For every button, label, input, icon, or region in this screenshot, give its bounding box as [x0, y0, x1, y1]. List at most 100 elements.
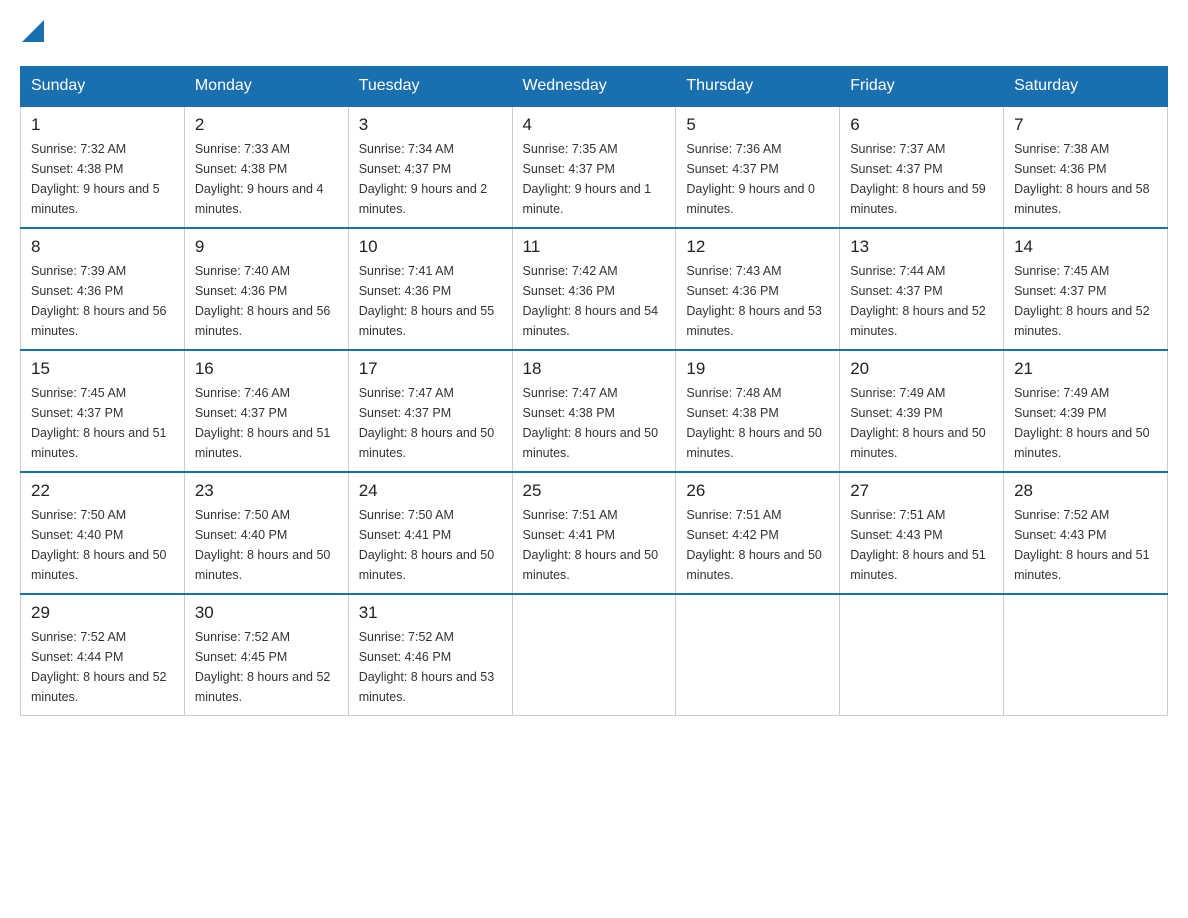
calendar-cell: 29 Sunrise: 7:52 AM Sunset: 4:44 PM Dayl… — [21, 594, 185, 716]
day-number: 25 — [523, 481, 666, 501]
calendar-cell: 15 Sunrise: 7:45 AM Sunset: 4:37 PM Dayl… — [21, 350, 185, 472]
day-number: 19 — [686, 359, 829, 379]
calendar-cell: 5 Sunrise: 7:36 AM Sunset: 4:37 PM Dayli… — [676, 106, 840, 228]
day-number: 7 — [1014, 115, 1157, 135]
calendar-week-row: 22 Sunrise: 7:50 AM Sunset: 4:40 PM Dayl… — [21, 472, 1168, 594]
day-number: 10 — [359, 237, 502, 257]
day-info: Sunrise: 7:52 AM Sunset: 4:44 PM Dayligh… — [31, 627, 174, 707]
day-info: Sunrise: 7:47 AM Sunset: 4:37 PM Dayligh… — [359, 383, 502, 463]
day-info: Sunrise: 7:40 AM Sunset: 4:36 PM Dayligh… — [195, 261, 338, 341]
calendar-cell: 4 Sunrise: 7:35 AM Sunset: 4:37 PM Dayli… — [512, 106, 676, 228]
calendar-cell: 30 Sunrise: 7:52 AM Sunset: 4:45 PM Dayl… — [184, 594, 348, 716]
day-info: Sunrise: 7:33 AM Sunset: 4:38 PM Dayligh… — [195, 139, 338, 219]
day-number: 27 — [850, 481, 993, 501]
day-info: Sunrise: 7:50 AM Sunset: 4:40 PM Dayligh… — [31, 505, 174, 585]
day-info: Sunrise: 7:48 AM Sunset: 4:38 PM Dayligh… — [686, 383, 829, 463]
day-info: Sunrise: 7:52 AM Sunset: 4:43 PM Dayligh… — [1014, 505, 1157, 585]
day-info: Sunrise: 7:45 AM Sunset: 4:37 PM Dayligh… — [1014, 261, 1157, 341]
day-info: Sunrise: 7:43 AM Sunset: 4:36 PM Dayligh… — [686, 261, 829, 341]
calendar-week-row: 15 Sunrise: 7:45 AM Sunset: 4:37 PM Dayl… — [21, 350, 1168, 472]
day-number: 17 — [359, 359, 502, 379]
day-number: 23 — [195, 481, 338, 501]
calendar-cell: 1 Sunrise: 7:32 AM Sunset: 4:38 PM Dayli… — [21, 106, 185, 228]
calendar-cell: 20 Sunrise: 7:49 AM Sunset: 4:39 PM Dayl… — [840, 350, 1004, 472]
day-info: Sunrise: 7:35 AM Sunset: 4:37 PM Dayligh… — [523, 139, 666, 219]
day-info: Sunrise: 7:46 AM Sunset: 4:37 PM Dayligh… — [195, 383, 338, 463]
day-number: 11 — [523, 237, 666, 257]
day-number: 13 — [850, 237, 993, 257]
calendar-cell: 23 Sunrise: 7:50 AM Sunset: 4:40 PM Dayl… — [184, 472, 348, 594]
day-info: Sunrise: 7:52 AM Sunset: 4:45 PM Dayligh… — [195, 627, 338, 707]
calendar-week-row: 29 Sunrise: 7:52 AM Sunset: 4:44 PM Dayl… — [21, 594, 1168, 716]
day-number: 30 — [195, 603, 338, 623]
calendar-cell: 7 Sunrise: 7:38 AM Sunset: 4:36 PM Dayli… — [1004, 106, 1168, 228]
calendar-cell: 25 Sunrise: 7:51 AM Sunset: 4:41 PM Dayl… — [512, 472, 676, 594]
day-number: 29 — [31, 603, 174, 623]
day-info: Sunrise: 7:44 AM Sunset: 4:37 PM Dayligh… — [850, 261, 993, 341]
day-info: Sunrise: 7:51 AM Sunset: 4:43 PM Dayligh… — [850, 505, 993, 585]
day-info: Sunrise: 7:50 AM Sunset: 4:41 PM Dayligh… — [359, 505, 502, 585]
calendar-cell: 28 Sunrise: 7:52 AM Sunset: 4:43 PM Dayl… — [1004, 472, 1168, 594]
calendar-cell — [676, 594, 840, 716]
calendar-cell: 26 Sunrise: 7:51 AM Sunset: 4:42 PM Dayl… — [676, 472, 840, 594]
calendar-cell: 31 Sunrise: 7:52 AM Sunset: 4:46 PM Dayl… — [348, 594, 512, 716]
day-info: Sunrise: 7:32 AM Sunset: 4:38 PM Dayligh… — [31, 139, 174, 219]
day-info: Sunrise: 7:51 AM Sunset: 4:41 PM Dayligh… — [523, 505, 666, 585]
day-number: 22 — [31, 481, 174, 501]
day-header-tuesday: Tuesday — [348, 67, 512, 107]
calendar-cell: 18 Sunrise: 7:47 AM Sunset: 4:38 PM Dayl… — [512, 350, 676, 472]
day-number: 14 — [1014, 237, 1157, 257]
calendar-cell — [512, 594, 676, 716]
day-info: Sunrise: 7:45 AM Sunset: 4:37 PM Dayligh… — [31, 383, 174, 463]
calendar-week-row: 8 Sunrise: 7:39 AM Sunset: 4:36 PM Dayli… — [21, 228, 1168, 350]
day-info: Sunrise: 7:51 AM Sunset: 4:42 PM Dayligh… — [686, 505, 829, 585]
day-info: Sunrise: 7:50 AM Sunset: 4:40 PM Dayligh… — [195, 505, 338, 585]
day-header-thursday: Thursday — [676, 67, 840, 107]
calendar-cell — [840, 594, 1004, 716]
calendar-cell: 13 Sunrise: 7:44 AM Sunset: 4:37 PM Dayl… — [840, 228, 1004, 350]
calendar-cell: 16 Sunrise: 7:46 AM Sunset: 4:37 PM Dayl… — [184, 350, 348, 472]
calendar-header-row: SundayMondayTuesdayWednesdayThursdayFrid… — [21, 67, 1168, 107]
day-number: 26 — [686, 481, 829, 501]
day-info: Sunrise: 7:36 AM Sunset: 4:37 PM Dayligh… — [686, 139, 829, 219]
day-number: 12 — [686, 237, 829, 257]
calendar-cell: 22 Sunrise: 7:50 AM Sunset: 4:40 PM Dayl… — [21, 472, 185, 594]
day-number: 16 — [195, 359, 338, 379]
calendar-table: SundayMondayTuesdayWednesdayThursdayFrid… — [20, 66, 1168, 716]
day-header-sunday: Sunday — [21, 67, 185, 107]
calendar-cell: 27 Sunrise: 7:51 AM Sunset: 4:43 PM Dayl… — [840, 472, 1004, 594]
logo-triangle-icon — [22, 20, 44, 42]
calendar-cell: 10 Sunrise: 7:41 AM Sunset: 4:36 PM Dayl… — [348, 228, 512, 350]
day-info: Sunrise: 7:52 AM Sunset: 4:46 PM Dayligh… — [359, 627, 502, 707]
day-number: 20 — [850, 359, 993, 379]
day-header-monday: Monday — [184, 67, 348, 107]
day-number: 9 — [195, 237, 338, 257]
calendar-cell: 8 Sunrise: 7:39 AM Sunset: 4:36 PM Dayli… — [21, 228, 185, 350]
day-number: 31 — [359, 603, 502, 623]
day-number: 21 — [1014, 359, 1157, 379]
calendar-cell: 24 Sunrise: 7:50 AM Sunset: 4:41 PM Dayl… — [348, 472, 512, 594]
calendar-cell: 2 Sunrise: 7:33 AM Sunset: 4:38 PM Dayli… — [184, 106, 348, 228]
calendar-cell: 21 Sunrise: 7:49 AM Sunset: 4:39 PM Dayl… — [1004, 350, 1168, 472]
calendar-cell: 14 Sunrise: 7:45 AM Sunset: 4:37 PM Dayl… — [1004, 228, 1168, 350]
day-number: 15 — [31, 359, 174, 379]
day-number: 24 — [359, 481, 502, 501]
calendar-cell: 9 Sunrise: 7:40 AM Sunset: 4:36 PM Dayli… — [184, 228, 348, 350]
day-header-saturday: Saturday — [1004, 67, 1168, 107]
day-number: 5 — [686, 115, 829, 135]
calendar-cell: 6 Sunrise: 7:37 AM Sunset: 4:37 PM Dayli… — [840, 106, 1004, 228]
logo — [20, 20, 44, 46]
day-header-wednesday: Wednesday — [512, 67, 676, 107]
day-number: 28 — [1014, 481, 1157, 501]
day-info: Sunrise: 7:37 AM Sunset: 4:37 PM Dayligh… — [850, 139, 993, 219]
day-info: Sunrise: 7:39 AM Sunset: 4:36 PM Dayligh… — [31, 261, 174, 341]
day-info: Sunrise: 7:41 AM Sunset: 4:36 PM Dayligh… — [359, 261, 502, 341]
calendar-cell — [1004, 594, 1168, 716]
day-number: 4 — [523, 115, 666, 135]
day-number: 8 — [31, 237, 174, 257]
calendar-cell: 19 Sunrise: 7:48 AM Sunset: 4:38 PM Dayl… — [676, 350, 840, 472]
day-number: 6 — [850, 115, 993, 135]
day-info: Sunrise: 7:49 AM Sunset: 4:39 PM Dayligh… — [1014, 383, 1157, 463]
calendar-cell: 3 Sunrise: 7:34 AM Sunset: 4:37 PM Dayli… — [348, 106, 512, 228]
day-info: Sunrise: 7:47 AM Sunset: 4:38 PM Dayligh… — [523, 383, 666, 463]
